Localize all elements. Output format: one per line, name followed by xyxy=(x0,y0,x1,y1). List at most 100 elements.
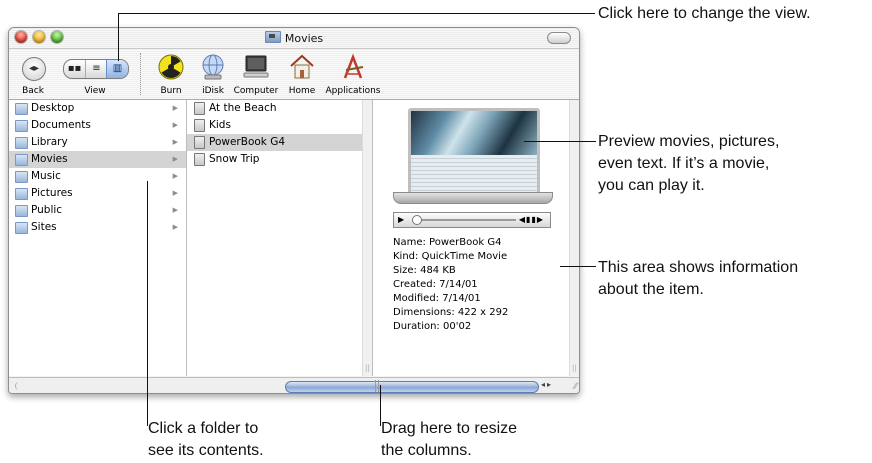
callout-folder-line2: see its contents. xyxy=(148,442,264,459)
info-size: Size: 484 KB xyxy=(393,265,456,276)
list-item-label: Pictures xyxy=(31,187,73,199)
desktop-folder-icon xyxy=(15,103,28,115)
toolbar-item-applications[interactable]: Applications xyxy=(321,49,385,99)
idisk-icon xyxy=(202,54,224,80)
movie-timeline[interactable] xyxy=(412,219,516,221)
movie-controller[interactable]: ▶ ◀▮▮▶ xyxy=(393,212,551,228)
icon-view-button[interactable]: ▪▪ xyxy=(64,60,85,78)
back-label: Back xyxy=(22,86,44,96)
callout-info-line2: about the item. xyxy=(598,281,704,298)
list-item[interactable]: Desktop ▶ xyxy=(9,100,186,117)
callout-resize-line1: Drag here to resize xyxy=(381,420,518,437)
list-item-label: Documents xyxy=(31,119,91,131)
column-resize-grip[interactable] xyxy=(375,380,379,392)
list-item[interactable]: Public ▶ xyxy=(9,202,186,219)
idisk-label: iDisk xyxy=(202,86,224,96)
list-item-label: At the Beach xyxy=(209,102,277,114)
callout-preview-line1: Preview movies, pictures, xyxy=(598,133,780,150)
home-label: Home xyxy=(288,86,316,96)
movies-column: At the Beach Kids PowerBook G4 Snow Trip… xyxy=(187,100,373,376)
disclosure-arrow-icon: ▶ xyxy=(172,206,178,214)
title-bar[interactable]: Movies xyxy=(9,28,579,49)
back-toolbar-item[interactable]: ◂▸ Back xyxy=(9,49,57,99)
list-item[interactable]: Kids xyxy=(187,117,372,134)
finder-window: Movies ◂▸ Back ▪▪ ≡ ▥ View Burn iDisk Co… xyxy=(8,27,580,394)
list-item[interactable]: Music ▶ xyxy=(9,168,186,185)
disclosure-arrow-icon: ▶ xyxy=(172,104,178,112)
scrollbar-thumb[interactable] xyxy=(285,381,539,393)
computer-icon xyxy=(243,55,269,78)
computer-label: Computer xyxy=(233,86,279,96)
step-icon[interactable]: ◀▮▮▶ xyxy=(519,213,544,227)
movie-file-icon xyxy=(194,102,205,115)
movie-file-icon xyxy=(194,153,205,166)
back-arrow-icon[interactable]: ◂▸ xyxy=(22,57,46,81)
disclosure-arrow-icon: ▶ xyxy=(172,121,178,129)
info-modified: Modified: 7/14/01 xyxy=(393,293,481,304)
movies-folder-icon xyxy=(264,31,281,43)
laptop-base xyxy=(393,192,553,204)
library-folder-icon xyxy=(15,137,28,149)
list-item[interactable]: Documents ▶ xyxy=(9,117,186,134)
info-kind: Kind: QuickTime Movie xyxy=(393,251,508,262)
disclosure-arrow-icon: ▶ xyxy=(172,138,178,146)
play-icon[interactable]: ▶ xyxy=(398,213,404,227)
column-view-button[interactable]: ▥ xyxy=(106,60,128,78)
movie-preview xyxy=(393,108,553,208)
list-item-label: Kids xyxy=(209,119,231,131)
movie-file-icon xyxy=(194,136,205,149)
disclosure-arrow-icon: ▶ xyxy=(172,223,178,231)
disclosure-arrow-icon: ▶ xyxy=(172,155,178,163)
burn-label: Burn xyxy=(160,86,182,96)
list-item-label: Snow Trip xyxy=(209,153,260,165)
preview-image-bottom xyxy=(411,155,537,193)
list-item[interactable]: At the Beach xyxy=(187,100,372,117)
resize-grip-icon: || xyxy=(365,364,370,372)
preview-callout-line xyxy=(524,141,596,142)
info-duration: Duration: 00'02 xyxy=(393,321,472,332)
list-item[interactable]: Library ▶ xyxy=(9,134,186,151)
list-item-selected[interactable]: Movies ▶ xyxy=(9,151,186,168)
scrollbar-left-cap xyxy=(15,382,26,390)
scroll-arrows-icon[interactable]: ◂▸ xyxy=(541,380,553,389)
playhead-knob[interactable] xyxy=(412,215,422,225)
music-folder-icon xyxy=(15,171,28,183)
toolbar-item-idisk[interactable]: iDisk xyxy=(195,49,231,99)
window-resize-icon[interactable]: ⁄⁄ xyxy=(574,382,577,392)
list-item-label: Library xyxy=(31,136,68,148)
list-item[interactable]: Sites ▶ xyxy=(9,219,186,236)
info-created: Created: 7/14/01 xyxy=(393,279,478,290)
sites-folder-icon xyxy=(15,222,28,234)
toolbar-toggle-button[interactable] xyxy=(547,32,571,44)
public-folder-icon xyxy=(15,205,28,217)
info-name: Name: PowerBook G4 xyxy=(393,237,502,248)
preview-screen xyxy=(408,108,540,196)
sidebar-column: Desktop ▶ Documents ▶ Library ▶ Movies ▶ Mus… xyxy=(9,100,187,376)
list-item-label: Sites xyxy=(31,221,57,233)
list-item-label: Music xyxy=(31,170,61,182)
list-item[interactable]: Pictures ▶ xyxy=(9,185,186,202)
item-info: Name: PowerBook G4 Kind: QuickTime Movie… xyxy=(393,236,508,334)
list-view-button[interactable]: ≡ xyxy=(85,60,107,78)
column-resize-handle[interactable]: || xyxy=(362,100,372,376)
list-item-label: Public xyxy=(31,204,63,216)
list-item-selected[interactable]: PowerBook G4 xyxy=(187,134,372,151)
toolbar-item-computer[interactable]: Computer xyxy=(231,49,281,99)
view-mode-control[interactable]: ▪▪ ≡ ▥ xyxy=(63,59,129,79)
callout-resize-line2: the columns. xyxy=(381,442,472,459)
horizontal-scrollbar[interactable]: ◂▸ ⁄⁄ xyxy=(9,377,579,393)
column-browser: Desktop ▶ Documents ▶ Library ▶ Movies ▶ Mus… xyxy=(9,100,579,376)
toolbar-item-home[interactable]: Home xyxy=(285,49,319,99)
window-title: Movies xyxy=(284,32,324,45)
list-item-label: Desktop xyxy=(31,102,75,114)
disclosure-arrow-icon: ▶ xyxy=(172,172,178,180)
disclosure-arrow-icon: ▶ xyxy=(172,189,178,197)
list-item[interactable]: Snow Trip xyxy=(187,151,372,168)
toolbar-separator xyxy=(140,53,142,95)
list-item-label: PowerBook G4 xyxy=(209,136,286,148)
movies-folder-icon xyxy=(15,154,28,166)
info-callout-line xyxy=(560,266,596,267)
callout-change-view: Click here to change the view. xyxy=(598,5,811,22)
pictures-folder-icon xyxy=(15,188,28,200)
toolbar-item-burn[interactable]: Burn xyxy=(153,49,189,99)
